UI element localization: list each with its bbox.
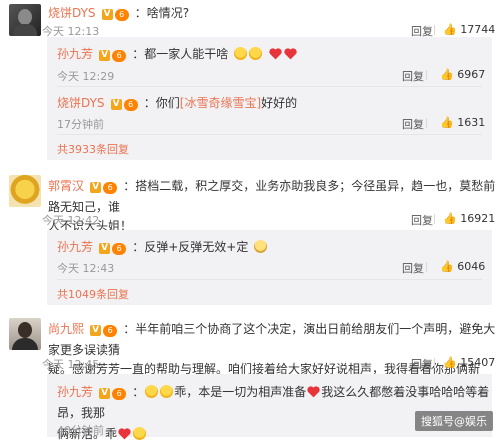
like-button[interactable]: 👍 6046 [440, 260, 485, 273]
username[interactable]: 孙九芳 [57, 47, 93, 61]
avatar[interactable] [9, 175, 41, 207]
thumbs-up-icon: 👍 [440, 260, 454, 273]
avatar[interactable] [9, 4, 41, 36]
more-replies-link[interactable]: 共1049条回复 [57, 286, 129, 302]
like-count: 17744 [460, 23, 496, 36]
reply-time: 今天 12:43 [57, 262, 115, 275]
reply-button[interactable]: 回复 [411, 212, 433, 228]
vip-level-icon: 6 [114, 9, 129, 21]
emoji-icon [145, 385, 159, 398]
heart-icon [307, 386, 320, 398]
emoji-icon [249, 47, 263, 60]
verified-icon: V [99, 50, 111, 61]
like-button[interactable]: 👍 15407 [443, 356, 495, 369]
like-button[interactable]: 👍 16921 [443, 212, 495, 225]
comment-text: 啥情况? [146, 6, 190, 20]
reply-button[interactable]: 回复 [411, 356, 433, 372]
reply-item: 烧饼DYS V6 ：你们[冰雪奇缘雪宝]好好的 [57, 96, 298, 111]
comment-time: 今天 12:42 [42, 214, 100, 227]
like-count: 1631 [457, 116, 486, 129]
comment-time: 今天 12:45 [42, 358, 100, 371]
watermark: 搜狐号@娱乐 [415, 411, 493, 431]
verified-icon: V [90, 325, 102, 336]
emoji-icon [254, 240, 268, 253]
emoji-icon [234, 47, 248, 60]
like-count: 15407 [460, 356, 496, 369]
like-count: 6046 [457, 260, 486, 273]
vip-level-icon: 6 [123, 99, 138, 111]
vip-level-icon: 6 [103, 182, 118, 194]
thumbs-up-icon: 👍 [443, 23, 457, 36]
reply-time: 40分钟前 [57, 424, 104, 437]
heart-icon [269, 48, 283, 60]
username[interactable]: 尚九熙 [48, 322, 84, 336]
vip-level-icon: 6 [112, 50, 127, 62]
like-count: 6967 [457, 68, 486, 81]
username[interactable]: 孙九芳 [57, 240, 93, 254]
verified-icon: V [110, 99, 122, 110]
thumbs-up-icon: 👍 [443, 212, 457, 225]
verified-icon: V [99, 243, 111, 254]
reply-time: 今天 12:29 [57, 70, 115, 83]
reply-text: 都一家人能干啥 [144, 47, 229, 61]
thumbs-up-icon: 👍 [440, 68, 454, 81]
emoji-icon [160, 385, 174, 398]
like-button[interactable]: 👍 1631 [440, 116, 485, 129]
thumbs-up-icon: 👍 [440, 116, 454, 129]
username[interactable]: 烧饼DYS [48, 6, 96, 20]
username[interactable]: 孙九芳 [57, 385, 93, 399]
verified-icon: V [90, 182, 102, 193]
more-replies-link[interactable]: 共3933条回复 [57, 141, 129, 157]
heart-icon [118, 428, 131, 440]
avatar[interactable] [9, 318, 41, 350]
emoji-text-link[interactable]: [冰雪奇缘雪宝] [180, 96, 261, 110]
reply-time: 17分钟前 [57, 118, 104, 131]
reply-item: 孙九芳 V6 ：都一家人能干啥 [57, 45, 298, 62]
verified-icon: V [99, 388, 111, 399]
like-count: 16921 [460, 212, 496, 225]
reply-button[interactable]: 回复 [402, 116, 424, 132]
vip-level-icon: 6 [103, 325, 118, 337]
vip-level-icon: 6 [112, 243, 127, 255]
reply-text: 反弹+反弹无效+定 [144, 240, 249, 254]
emoji-icon [133, 427, 147, 440]
like-button[interactable]: 👍 6967 [440, 68, 485, 81]
verified-icon: V [101, 9, 113, 20]
reply-item: 孙九芳 V6 ：反弹+反弹无效+定 [57, 238, 268, 255]
username[interactable]: 烧饼DYS [57, 96, 105, 110]
username[interactable]: 郭霄汉 [48, 179, 84, 193]
vip-level-icon: 6 [112, 388, 127, 400]
thumbs-up-icon: 👍 [443, 356, 457, 369]
heart-icon [284, 48, 298, 60]
reply-button[interactable]: 回复 [402, 68, 424, 84]
like-button[interactable]: 👍 17744 [443, 23, 495, 36]
comment-header: 烧饼DYS V6 ：啥情况? [48, 6, 190, 21]
reply-button[interactable]: 回复 [402, 260, 424, 276]
